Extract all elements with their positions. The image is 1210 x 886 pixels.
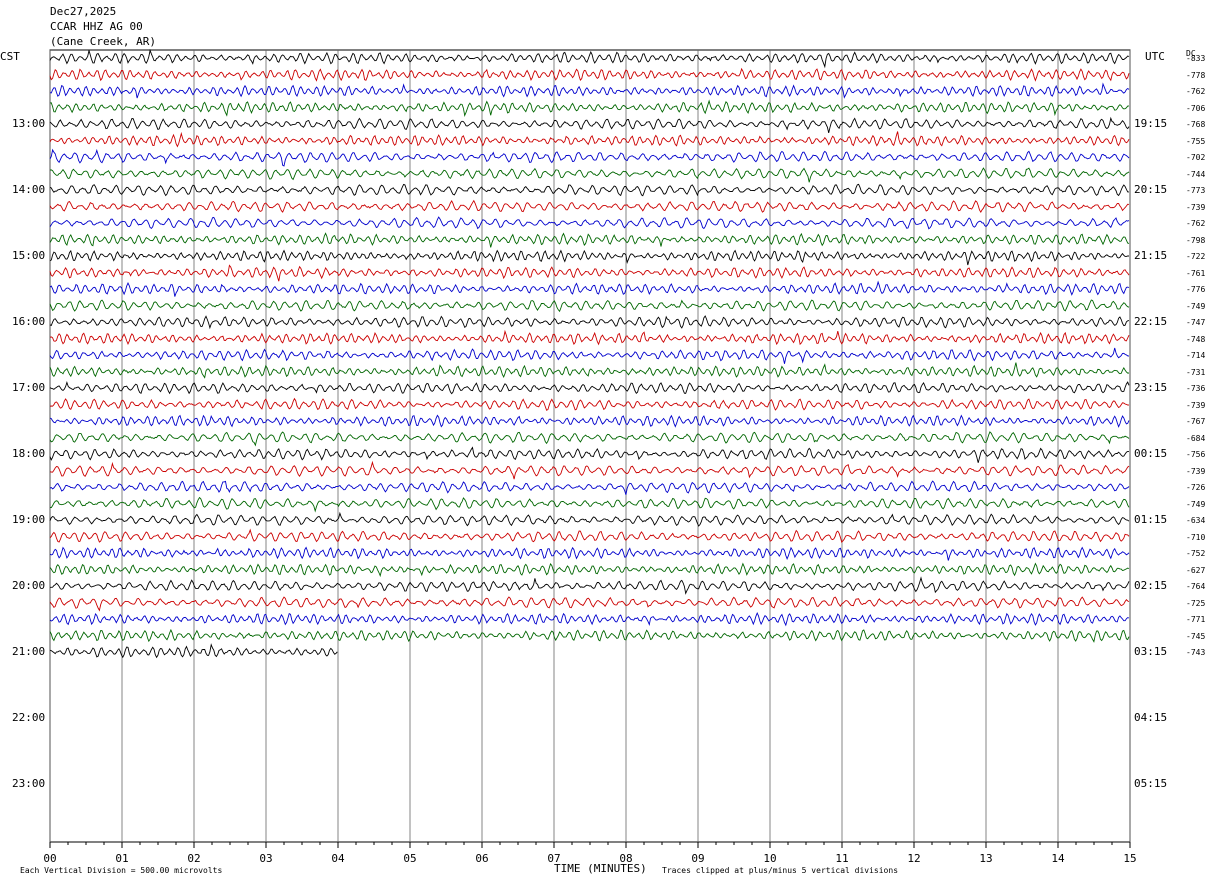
dc-offset-label: -768 — [1186, 120, 1206, 129]
x-tick-label: 04 — [331, 852, 345, 865]
dc-offset-label: -726 — [1186, 483, 1206, 492]
cst-hour-label: 22:00 — [12, 711, 46, 724]
dc-offset-label: -747 — [1186, 318, 1206, 327]
utc-hour-label: 00:15 — [1134, 447, 1168, 460]
utc-hour-label: 19:15 — [1134, 117, 1168, 130]
x-tick-label: 09 — [691, 852, 704, 865]
dc-offset-label: -744 — [1186, 169, 1206, 179]
dc-offset-label: -833 — [1186, 54, 1206, 63]
dc-offset-label: -739 — [1186, 400, 1206, 410]
dc-offset-label: -702 — [1186, 153, 1206, 162]
x-tick-label: 06 — [475, 852, 488, 865]
dc-offset-label: -767 — [1186, 417, 1206, 426]
dc-offset-label: -722 — [1186, 252, 1206, 261]
utc-hour-label: 02:15 — [1134, 579, 1168, 592]
dc-offset-label: -706 — [1186, 103, 1206, 113]
dc-offset-label: -764 — [1186, 582, 1206, 591]
dc-offset-label: -684 — [1186, 433, 1206, 443]
cst-hour-label: 20:00 — [12, 579, 46, 592]
cst-hour-label: 14:00 — [12, 183, 46, 196]
dc-offset-label: -762 — [1186, 87, 1206, 96]
dc-offset-label: -749 — [1186, 301, 1206, 311]
x-tick-label: 10 — [763, 852, 776, 865]
dc-offset-label: -743 — [1186, 648, 1206, 657]
x-tick-label: 15 — [1123, 852, 1136, 865]
dc-offset-label: -736 — [1186, 384, 1206, 393]
dc-offset-label: -710 — [1186, 532, 1206, 542]
dc-offset-label: -714 — [1186, 351, 1206, 360]
cst-hour-label: 19:00 — [12, 513, 46, 526]
x-tick-label: 12 — [907, 852, 920, 865]
x-tick-label: 03 — [259, 852, 272, 865]
utc-hour-label: 23:15 — [1134, 381, 1168, 394]
dc-offset-label: -771 — [1186, 615, 1206, 624]
dc-offset-label: -634 — [1186, 516, 1206, 525]
x-tick-label: 02 — [187, 852, 200, 865]
dc-offset-label: -739 — [1186, 466, 1206, 476]
cst-hour-label: 21:00 — [12, 645, 46, 658]
dc-offset-label: -745 — [1186, 631, 1206, 641]
utc-hour-label: 04:15 — [1134, 711, 1168, 724]
dc-offset-label: -776 — [1186, 285, 1206, 294]
cst-hour-label: 23:00 — [12, 777, 46, 790]
clip-note: Traces clipped at plus/minus 5 vertical … — [662, 866, 899, 875]
x-axis-title: TIME (MINUTES) — [554, 862, 647, 875]
dc-offset-label: -725 — [1186, 598, 1206, 608]
cst-label: CST — [0, 50, 20, 63]
x-tick-label: 05 — [403, 852, 416, 865]
header-station: CCAR HHZ AG 00 — [50, 20, 143, 33]
utc-hour-label: 22:15 — [1134, 315, 1168, 328]
cst-hour-label: 13:00 — [12, 117, 46, 130]
x-tick-label: 00 — [43, 852, 56, 865]
utc-label: UTC — [1145, 50, 1165, 63]
utc-hour-label: 21:15 — [1134, 249, 1168, 262]
dc-offset-label: -748 — [1186, 334, 1206, 344]
dc-offset-label: -755 — [1186, 136, 1206, 146]
cst-hour-label: 15:00 — [12, 249, 46, 262]
x-tick-label: 11 — [835, 852, 848, 865]
header-date: Dec27,2025 — [50, 5, 117, 18]
dc-offset-label: -778 — [1186, 70, 1206, 80]
utc-hour-label: 01:15 — [1134, 513, 1168, 526]
scale-note: Each Vertical Division = 500.00 microvol… — [20, 866, 223, 875]
plot-frame — [49, 49, 1131, 843]
dc-offset-label: -798 — [1186, 235, 1206, 245]
dc-offset-label: -752 — [1186, 549, 1206, 558]
helicorder-chart: 00 01 02 03 04 05 06 07 08 09 10 11 12 13 14 15 — [43, 48, 1137, 865]
dc-offset-label: -627 — [1186, 565, 1206, 575]
dc-offset-label: -749 — [1186, 499, 1206, 509]
dc-offset-label: -762 — [1186, 219, 1206, 228]
x-tick-label: 01 — [115, 852, 128, 865]
dc-offset-label: -761 — [1186, 268, 1206, 278]
dc-offset-label: -756 — [1186, 450, 1206, 459]
dc-offset-label: -773 — [1186, 186, 1206, 195]
x-tick-label: 13 — [979, 852, 992, 865]
cst-hour-label: 16:00 — [12, 315, 46, 328]
dc-offset-label: -731 — [1186, 367, 1206, 377]
cst-hour-label: 18:00 — [12, 447, 46, 460]
header-location: (Cane Creek, AR) — [50, 35, 156, 48]
utc-hour-label: 05:15 — [1134, 777, 1168, 790]
dc-offset-label: -739 — [1186, 202, 1206, 212]
x-tick-label: 14 — [1051, 852, 1065, 865]
utc-hour-label: 20:15 — [1134, 183, 1168, 196]
cst-hour-label: 17:00 — [12, 381, 46, 394]
utc-hour-label: 03:15 — [1134, 645, 1168, 658]
